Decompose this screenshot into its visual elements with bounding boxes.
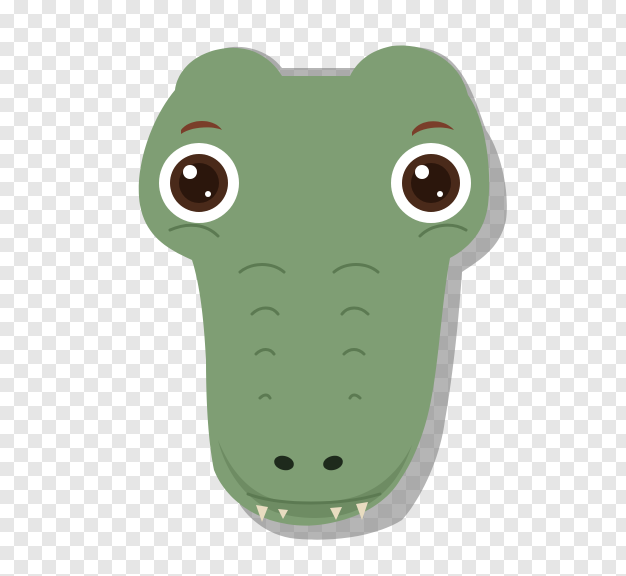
crocodile-head-illustration: [138, 45, 507, 540]
transparency-checkerboard-background: [0, 0, 626, 576]
left-eye: [159, 143, 239, 223]
right-eye: [391, 143, 471, 223]
